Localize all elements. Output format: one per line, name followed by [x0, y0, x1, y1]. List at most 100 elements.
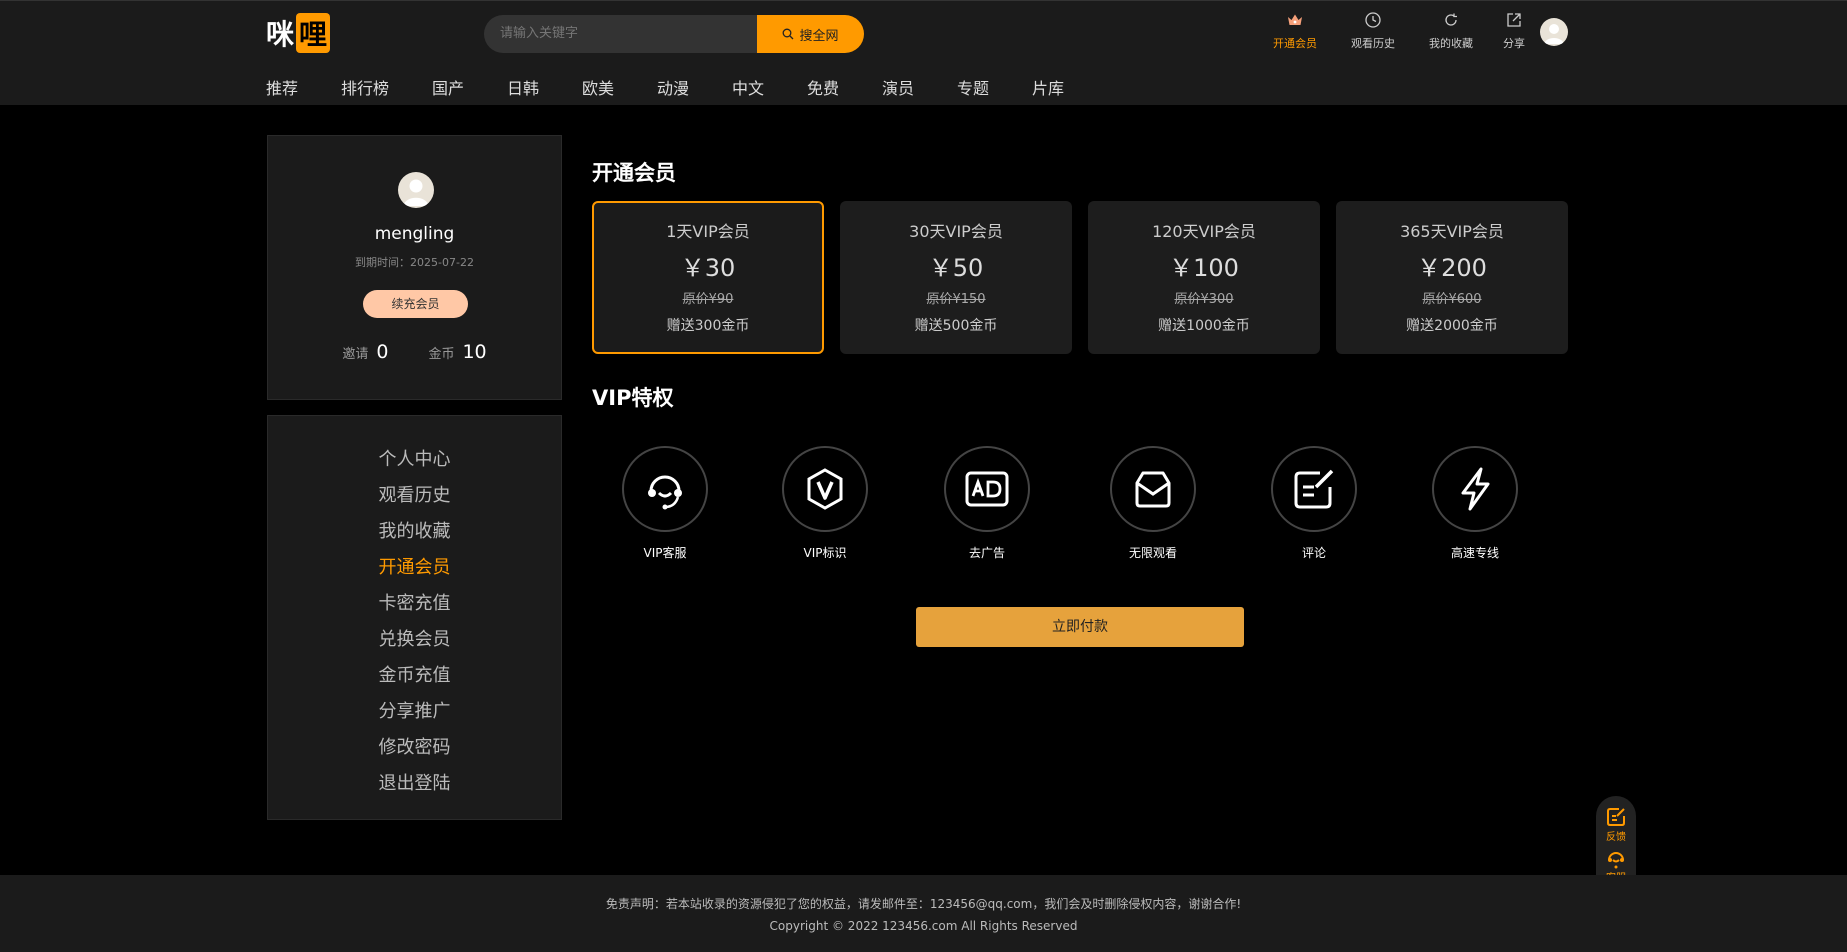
plan-card[interactable]: 120天VIP会员 ￥100 原价¥300 赠送1000金币: [1088, 201, 1320, 354]
perk-list: VIP客服 VIP标识 去广告 无限观看 评论 高速专线: [592, 446, 1567, 566]
plan-bonus: 赠送300金币: [666, 318, 750, 334]
lightning-icon: [1461, 467, 1490, 511]
username: mengling: [374, 224, 455, 244]
perk-label: VIP客服: [643, 546, 687, 560]
top-links: 开通会员 观看历史 我的收藏 分享: [1256, 11, 1538, 51]
clock-icon: [1365, 12, 1381, 28]
search-button-label: 搜全网: [799, 28, 839, 44]
renew-button[interactable]: 续充会员: [363, 290, 468, 318]
nav-item[interactable]: 动漫: [657, 75, 732, 99]
avatar[interactable]: [1540, 18, 1568, 46]
main-nav: 推荐 排行榜 国产 日韩 欧美 动漫 中文 免费 演员 专题 片库: [266, 75, 1092, 99]
feedback-icon: [1607, 808, 1625, 826]
plan-name: 365天VIP会员: [1400, 222, 1504, 241]
coins-label: 金币: [428, 347, 455, 362]
plan-name: 30天VIP会员: [909, 222, 1003, 241]
perks-title: VIP特权: [592, 386, 674, 410]
perk-label: 去广告: [968, 546, 1005, 560]
sidebar-item-redeem[interactable]: 兑换会员: [268, 622, 561, 658]
sidebar-item-logout[interactable]: 退出登陆: [268, 766, 561, 802]
perk-item: VIP客服: [605, 446, 725, 561]
headset-icon: [1608, 852, 1624, 869]
top-link-vip[interactable]: 开通会员: [1256, 11, 1334, 51]
plan-bonus: 赠送2000金币: [1406, 318, 1498, 334]
perk-item: VIP标识: [765, 446, 885, 561]
top-link-favorites[interactable]: 我的收藏: [1412, 11, 1490, 51]
search-icon: [783, 28, 794, 40]
vip-badge-icon: [807, 468, 843, 510]
nav-item[interactable]: 欧美: [582, 75, 657, 99]
plan-original-price: 原价¥600: [1422, 292, 1482, 307]
feedback-label: 反馈: [1606, 832, 1626, 843]
plan-card[interactable]: 365天VIP会员 ￥200 原价¥600 赠送2000金币: [1336, 201, 1568, 354]
membership-title: 开通会员: [592, 161, 676, 185]
sidebar-item-favorites[interactable]: 我的收藏: [268, 514, 561, 550]
header: 咪 哩 搜全网 开通会员 观看历史 我的收藏 分享 推荐 排行榜: [0, 0, 1847, 105]
profile-card: mengling 到期时间：2025-07-22 续充会员 邀请 0 金币 10: [267, 135, 562, 400]
perk-label: 评论: [1301, 546, 1326, 560]
perk-item: 去广告: [927, 446, 1047, 561]
logo-text-1: 咪: [266, 18, 295, 51]
footer: 免责声明：若本站收录的资源侵犯了您的权益，请发邮件至：123456@qq.com…: [0, 875, 1847, 952]
perk-label: VIP标识: [803, 546, 847, 560]
sidebar-item-password[interactable]: 修改密码: [268, 730, 561, 766]
nav-item[interactable]: 免费: [807, 75, 882, 99]
perk-item: 高速专线: [1415, 446, 1535, 561]
sidebar-item-history[interactable]: 观看历史: [268, 478, 561, 514]
share-icon: [1507, 13, 1521, 27]
sidebar-item-coin-recharge[interactable]: 金币充值: [268, 658, 561, 694]
plan-name: 1天VIP会员: [666, 222, 750, 241]
plan-price: ￥100: [1169, 254, 1239, 282]
plan-bonus: 赠送1000金币: [1158, 318, 1250, 334]
nav-item[interactable]: 推荐: [266, 75, 341, 99]
crown-icon: [1288, 14, 1302, 25]
edit-icon: [1294, 469, 1334, 509]
plan-original-price: 原价¥90: [682, 292, 734, 307]
expiry-date: 到期时间：2025-07-22: [355, 256, 474, 269]
logo[interactable]: 咪 哩: [266, 13, 331, 53]
feedback-button[interactable]: 反馈: [1605, 806, 1627, 843]
sidebar-item-share[interactable]: 分享推广: [268, 694, 561, 730]
nav-item[interactable]: 片库: [1032, 75, 1092, 99]
plan-card[interactable]: 30天VIP会员 ￥50 原价¥150 赠送500金币: [840, 201, 1072, 354]
plan-name: 120天VIP会员: [1152, 222, 1256, 241]
sidebar-item-vip[interactable]: 开通会员: [268, 550, 561, 586]
headset-icon: [648, 475, 682, 510]
top-link-history[interactable]: 观看历史: [1334, 11, 1412, 51]
plan-card[interactable]: 1天VIP会员 ￥30 原价¥90 赠送300金币: [592, 201, 824, 354]
ad-icon: [965, 471, 1009, 507]
nav-item[interactable]: 国产: [432, 75, 507, 99]
mail-icon: [1135, 471, 1171, 508]
search-button[interactable]: 搜全网: [757, 15, 864, 53]
perk-item: 无限观看: [1093, 446, 1213, 561]
sidebar-item-profile[interactable]: 个人中心: [268, 442, 561, 478]
user-icon: [403, 179, 429, 206]
plan-price: ￥200: [1417, 254, 1487, 282]
nav-item[interactable]: 专题: [957, 75, 1032, 99]
plan-list: 1天VIP会员 ￥30 原价¥90 赠送300金币 30天VIP会员 ￥50 原…: [592, 201, 1568, 354]
search-bar: 搜全网: [484, 15, 864, 53]
user-icon: [1544, 24, 1564, 44]
nav-item[interactable]: 中文: [732, 75, 807, 99]
pay-now-button[interactable]: 立即付款: [916, 607, 1244, 647]
search-input[interactable]: [484, 15, 757, 53]
top-link-label: 开通会员: [1273, 37, 1317, 50]
coins-count: 10: [462, 341, 487, 363]
logo-text-2: 哩: [296, 13, 331, 53]
top-link-label: 分享: [1503, 37, 1525, 50]
invite-label: 邀请: [342, 347, 369, 362]
invite-count: 0: [376, 341, 389, 363]
sidebar-menu: 个人中心 观看历史 我的收藏 开通会员 卡密充值 兑换会员 金币充值 分享推广 …: [267, 415, 562, 820]
perk-label: 高速专线: [1450, 546, 1499, 560]
sidebar-item-card-recharge[interactable]: 卡密充值: [268, 586, 561, 622]
nav-item[interactable]: 排行榜: [341, 75, 432, 99]
nav-item[interactable]: 日韩: [507, 75, 582, 99]
refresh-icon: [1445, 13, 1457, 26]
plan-bonus: 赠送500金币: [914, 318, 998, 334]
avatar: [398, 172, 434, 208]
plan-original-price: 原价¥150: [926, 292, 986, 307]
top-link-share[interactable]: 分享: [1490, 11, 1538, 51]
top-link-label: 我的收藏: [1429, 37, 1473, 50]
nav-item[interactable]: 演员: [882, 75, 957, 99]
profile-stats: 邀请 0 金币 10: [268, 341, 561, 363]
